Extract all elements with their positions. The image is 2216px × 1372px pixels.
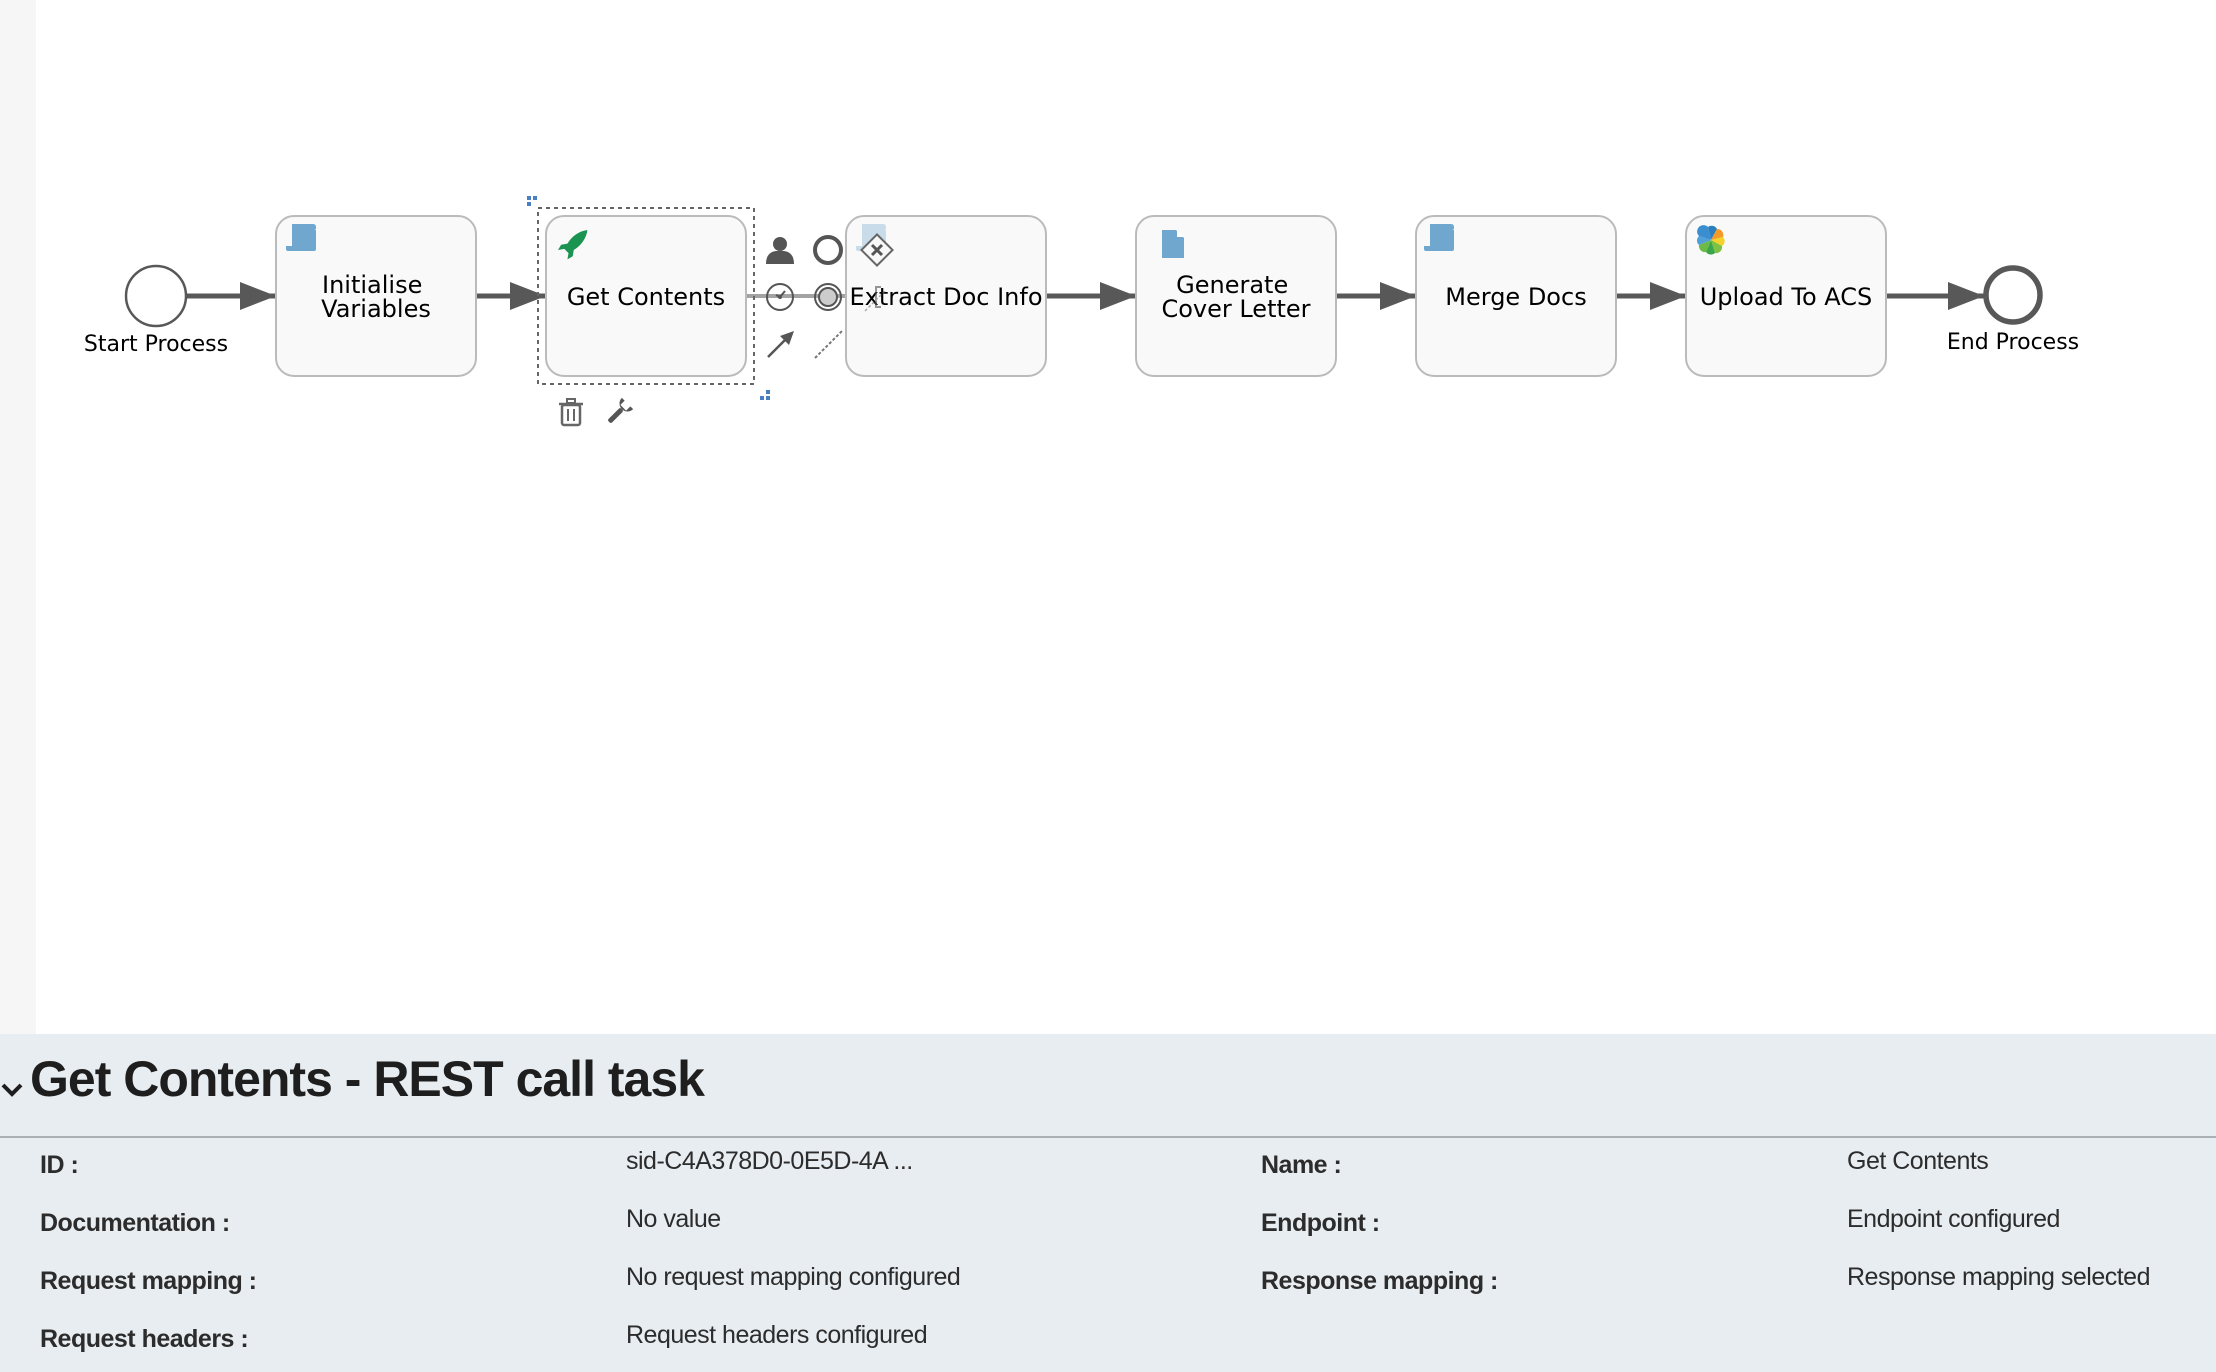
task-upload-to-acs[interactable]: Upload To ACS bbox=[1685, 215, 1887, 377]
prop-label-response-mapping: Response mapping : bbox=[1261, 1267, 1498, 1295]
task-label-line: Upload To ACS bbox=[1700, 283, 1873, 311]
svg-text:Generate Cover Letter: Generate Cover Letter bbox=[1161, 271, 1310, 323]
delete-icon[interactable] bbox=[559, 398, 583, 427]
context-actions bbox=[559, 397, 634, 428]
task-generate-cover-letter[interactable]: Generate Cover Letter bbox=[1135, 215, 1337, 377]
prop-value-response-mapping[interactable]: Response mapping selected bbox=[1847, 1263, 2150, 1292]
prop-value-id[interactable]: sid-C4A378D0-0E5D-4A ... bbox=[626, 1147, 913, 1176]
user-task-icon[interactable] bbox=[766, 237, 794, 264]
task-label-line: Variables bbox=[321, 295, 431, 323]
sequence-flow-icon[interactable] bbox=[767, 331, 794, 358]
intermediate-event-icon[interactable] bbox=[814, 283, 842, 311]
task-merge-docs[interactable]: Merge Docs bbox=[1415, 215, 1617, 377]
prop-value-name[interactable]: Get Contents bbox=[1847, 1147, 1989, 1176]
svg-text:Initialise Variables: Initialise Variables bbox=[321, 271, 431, 323]
prop-value-request-headers[interactable]: Request headers configured bbox=[626, 1321, 928, 1350]
prop-label-endpoint: Endpoint : bbox=[1261, 1209, 1380, 1237]
start-event-label: Start Process bbox=[84, 332, 228, 357]
prop-label-request-mapping: Request mapping : bbox=[40, 1267, 257, 1295]
properties-wrench-icon[interactable] bbox=[603, 397, 634, 428]
task-get-contents[interactable]: Get Contents bbox=[545, 215, 747, 377]
start-event[interactable]: Start Process bbox=[84, 264, 228, 357]
task-initialise-variables[interactable]: Initialise Variables bbox=[275, 215, 477, 377]
prop-label-request-headers: Request headers : bbox=[40, 1325, 249, 1353]
properties-title: Get Contents - REST call task bbox=[30, 1051, 705, 1107]
start-event-circle[interactable] bbox=[124, 264, 188, 328]
association-icon[interactable] bbox=[814, 330, 843, 359]
prop-label-documentation: Documentation : bbox=[40, 1209, 230, 1237]
end-event-circle[interactable] bbox=[1983, 265, 2043, 325]
task-label-line: Merge Docs bbox=[1445, 283, 1586, 311]
end-event-icon[interactable] bbox=[813, 235, 843, 265]
end-event-label: End Process bbox=[1947, 330, 2079, 355]
prop-value-endpoint[interactable]: Endpoint configured bbox=[1847, 1205, 2060, 1234]
bpmn-diagram[interactable]: Start Process End Process Initialise Var… bbox=[0, 0, 2216, 1034]
document-icon bbox=[1162, 230, 1184, 258]
properties-header[interactable]: Get Contents - REST call task bbox=[0, 1034, 2216, 1138]
end-event[interactable]: End Process bbox=[1947, 265, 2079, 355]
task-label-line: Cover Letter bbox=[1161, 295, 1310, 323]
resize-handle-bottom-right[interactable] bbox=[760, 390, 770, 400]
task-label-line: Get Contents bbox=[567, 283, 725, 311]
prop-value-request-mapping[interactable]: No request mapping configured bbox=[626, 1263, 961, 1292]
properties-panel: Get Contents - REST call task ID : sid-C… bbox=[0, 1034, 2216, 1372]
chevron-down-icon[interactable] bbox=[0, 1078, 24, 1102]
prop-value-documentation[interactable]: No value bbox=[626, 1205, 721, 1234]
resize-handle-top-left[interactable] bbox=[527, 196, 537, 206]
prop-label-name: Name : bbox=[1261, 1151, 1342, 1179]
prop-label-id: ID : bbox=[40, 1151, 79, 1179]
